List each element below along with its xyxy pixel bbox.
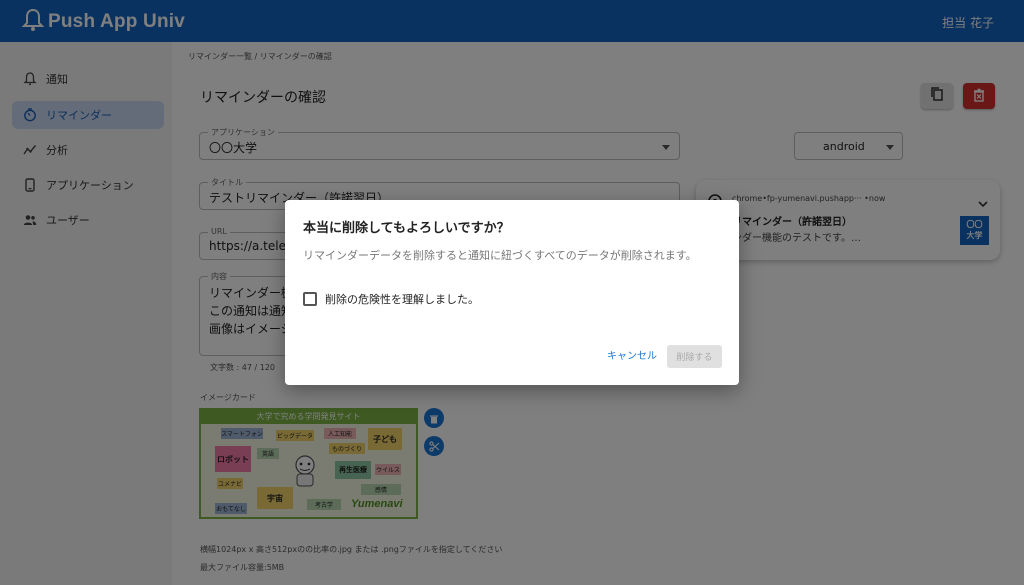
dialog-title: 本当に削除してもよろしいですか？	[303, 221, 510, 236]
confirm-checkbox-label[interactable]: 削除の危険性を理解しました。	[325, 291, 479, 307]
dialog-message: リマインダーデータを削除すると通知に紐づくすべてのデータが削除されます。	[303, 249, 697, 262]
delete-confirm-dialog: 本当に削除してもよろしいですか？ リマインダーデータを削除すると通知に紐づくすべ…	[285, 200, 739, 385]
confirm-delete-button[interactable]: 削除する	[667, 345, 722, 368]
cancel-button[interactable]: キャンセル	[607, 347, 657, 362]
confirm-checkbox[interactable]	[303, 292, 317, 306]
